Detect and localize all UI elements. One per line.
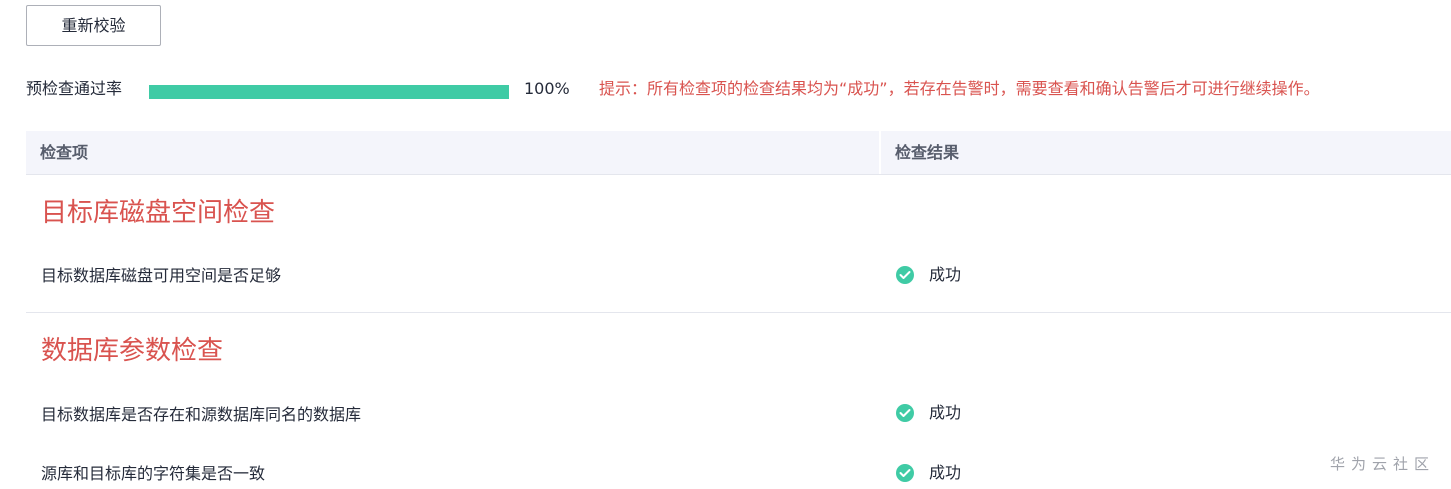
table-row-item: 目标数据库是否存在和源数据库同名的数据库 xyxy=(41,405,362,424)
column-divider xyxy=(879,131,881,174)
precheck-progress-fill xyxy=(149,85,509,99)
status-success: 成功 xyxy=(896,264,961,286)
column-header-check-result: 检查结果 xyxy=(895,143,960,162)
table-row-item: 目标数据库磁盘可用空间是否足够 xyxy=(41,266,282,285)
table-row-item: 源库和目标库的字符集是否一致 xyxy=(41,464,266,483)
precheck-hint-text: 提示：所有检查项的检查结果均为“成功”，若存在告警时，需要查看和确认告警后才可进… xyxy=(599,79,1320,98)
status-success: 成功 xyxy=(896,462,961,484)
check-circle-icon xyxy=(896,404,914,422)
status-text: 成功 xyxy=(929,463,962,482)
group-title-db-params: 数据库参数检查 xyxy=(41,336,224,366)
status-text: 成功 xyxy=(929,265,962,284)
status-success: 成功 xyxy=(896,402,961,424)
recheck-button[interactable]: 重新校验 xyxy=(26,5,161,46)
precheck-pass-rate-label: 预检查通过率 xyxy=(26,79,123,98)
group-title-disk-space: 目标库磁盘空间检查 xyxy=(41,198,276,228)
precheck-progress-bar xyxy=(149,85,509,99)
check-circle-icon xyxy=(896,464,914,482)
check-circle-icon xyxy=(896,266,914,284)
check-table-header: 检查项 检查结果 xyxy=(26,131,1451,175)
status-text: 成功 xyxy=(929,403,962,422)
column-header-check-item: 检查项 xyxy=(40,143,89,162)
watermark: 华为云社区 xyxy=(1330,455,1436,473)
precheck-pass-rate-value: 100% xyxy=(524,79,570,98)
group-divider xyxy=(26,312,1451,313)
